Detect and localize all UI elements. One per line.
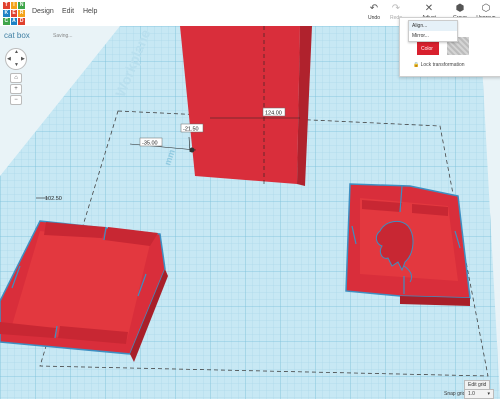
lock-transformation[interactable]: 🔒 Lock transformation <box>413 62 465 68</box>
logo-letter: T <box>3 2 10 9</box>
adjust-icon: ✕ <box>424 3 434 14</box>
minus-icon: − <box>14 97 18 103</box>
snap-grid-label: Snap grid <box>444 391 466 397</box>
zoom-out-button[interactable]: − <box>10 95 22 105</box>
chevron-down-icon[interactable]: ▼ <box>14 63 19 68</box>
tinkercad-logo[interactable]: T I N K E R C A D <box>3 2 25 25</box>
menu-design[interactable]: Design <box>32 8 54 15</box>
x-offset-value: -35.00 <box>142 141 158 147</box>
width-dimension[interactable]: 124.00 <box>262 107 286 117</box>
logo-letter: C <box>3 18 10 25</box>
chevron-down-icon: ▾ <box>487 391 490 397</box>
3d-viewport[interactable]: Workplane mm 124.00 -21.50 -35.00 102.50 <box>0 26 500 399</box>
logo-letter: D <box>18 18 25 25</box>
snap-grid-select[interactable]: 1.0 ▾ <box>464 389 494 399</box>
menu-item-mirror[interactable]: Mirror... <box>409 31 457 41</box>
logo-letter: I <box>10 2 18 9</box>
y-offset-dimension[interactable]: -21.50 <box>180 123 204 133</box>
chevron-left-icon[interactable]: ◀ <box>7 57 11 62</box>
lock-icon: 🔒 <box>413 62 420 68</box>
tall-box-shape[interactable] <box>180 26 312 186</box>
right-tray-shape[interactable] <box>345 183 471 306</box>
zoom-in-button[interactable]: + <box>10 84 22 94</box>
depth-dimension[interactable]: 102.50 <box>45 196 62 202</box>
chevron-right-icon[interactable]: ▶ <box>21 57 25 62</box>
redo-icon: ↷ <box>391 3 401 14</box>
undo-label: Undo <box>368 15 380 21</box>
chevron-up-icon[interactable]: ▲ <box>14 50 19 55</box>
plus-icon: + <box>14 86 18 92</box>
adjust-dropdown: Align... Mirror... <box>408 20 458 42</box>
orbit-control[interactable]: ▲ ▼ ◀ ▶ <box>5 48 27 70</box>
home-icon: ⌂ <box>14 75 18 81</box>
group-icon: ⬢ <box>455 3 465 14</box>
menu-item-align[interactable]: Align... <box>409 21 457 31</box>
origin-marker[interactable] <box>189 147 195 153</box>
snap-grid-value: 1.0 <box>468 391 475 397</box>
width-value: 124.00 <box>265 111 282 117</box>
home-view-button[interactable]: ⌂ <box>10 73 22 83</box>
logo-letter: N <box>18 2 25 9</box>
logo-letter: R <box>18 10 25 17</box>
logo-letter: E <box>10 10 18 17</box>
x-offset-dimension[interactable]: -35.00 <box>139 137 163 147</box>
logo-letter: K <box>3 10 10 17</box>
color-label: Color <box>421 46 433 52</box>
save-status: Saving... <box>53 33 73 39</box>
lock-label: Lock transformation <box>420 62 465 68</box>
design-title[interactable]: cat box <box>4 31 30 40</box>
menu-help[interactable]: Help <box>83 8 97 15</box>
logo-letter: A <box>10 18 18 25</box>
depth-value: 102.50 <box>45 196 62 202</box>
ungroup-icon: ⬡ <box>481 3 491 14</box>
menu-edit[interactable]: Edit <box>62 8 74 15</box>
y-offset-value: -21.50 <box>183 127 199 133</box>
